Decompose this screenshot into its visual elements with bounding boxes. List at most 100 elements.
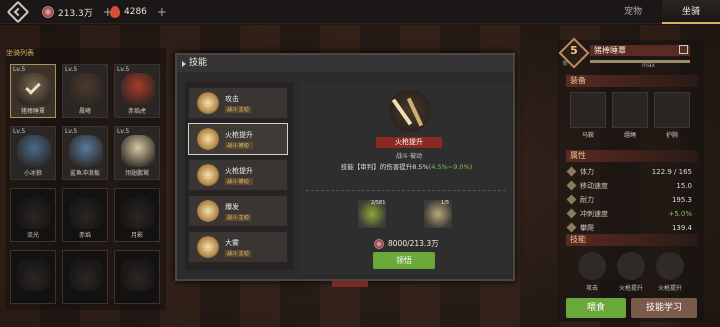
tab-pets[interactable]: 宠物 (604, 0, 662, 24)
skill-list-item[interactable]: 攻击战斗·主动 (189, 88, 287, 118)
skill-list-item[interactable]: 火枪提升战斗·被动 (189, 160, 287, 190)
mount-name: 鲨鱼冲浪板 (69, 170, 100, 177)
mount-level: Lv.5 (65, 66, 78, 73)
skill-label: 火枪提升 (657, 285, 682, 292)
attribute-value: 139.4 (671, 223, 692, 232)
skill-label: 火枪提升 (618, 285, 643, 292)
mount-cell[interactable]: Lv.5 小冰狼 (10, 126, 56, 180)
skill-icon (197, 164, 219, 186)
equip-label: 缰绳 (623, 132, 636, 139)
mount-cell[interactable]: Lv.5 翎翅鹏鹫 (114, 126, 160, 180)
mount-name: 赤焰 (78, 232, 91, 239)
attribute-label: 耐力 (580, 195, 594, 204)
tab-bar: 宠物 坐骑 (604, 0, 720, 24)
mount-cell[interactable]: Lv.5 晨曦 (62, 64, 108, 118)
mount-cell[interactable] (62, 250, 108, 304)
cost-amount: 8000/213.3万 (388, 239, 439, 248)
attribute-label: 体力 (580, 167, 594, 176)
rank-label: 阶 (563, 61, 569, 67)
saddle-slot[interactable] (570, 92, 606, 128)
cost: 8000/213.3万 (374, 238, 439, 249)
mount-portrait (69, 73, 103, 105)
skill-item-name: 攻击 (225, 94, 239, 103)
skill-item-tag: 战斗·主动 (225, 105, 251, 113)
mount-list-title: 坐骑列表 (6, 49, 34, 57)
mount-cell[interactable] (114, 250, 160, 304)
silver-coin-icon (42, 6, 54, 18)
skill-item-name: 大雾 (225, 238, 239, 247)
bracer-slot[interactable] (654, 92, 690, 128)
reins-slot[interactable] (612, 92, 648, 128)
skill-list-item[interactable]: 火枪提升 战斗·被动 (188, 123, 288, 155)
modal-bottom-tab (332, 281, 368, 287)
attribute-label: 攀爬 (580, 223, 594, 232)
header-arrow-icon (182, 61, 186, 67)
gem-drop-icon (110, 6, 120, 18)
mount-portrait (69, 197, 103, 229)
mount-name: 小冰狼 (23, 170, 42, 177)
mount-name: 流光 (26, 232, 39, 239)
mount-portrait (121, 197, 155, 229)
feed-button[interactable]: 喂食 (566, 298, 626, 318)
skill-gun-boost-icon[interactable] (656, 252, 684, 280)
add-gem-icon[interactable]: + (157, 5, 167, 19)
gun-boost-icon (389, 90, 431, 132)
skill-section-title: 技能 (566, 234, 698, 246)
equip-section-title: 装备 (566, 75, 698, 87)
exp-bar (590, 60, 690, 63)
mount-level: Lv.5 (13, 66, 26, 73)
attribute-row: 耐力 195.3 (566, 194, 692, 205)
mount-portrait (17, 197, 51, 229)
mount-portrait (121, 73, 155, 105)
mount-level: Lv.5 (117, 128, 130, 135)
mount-level: Lv.5 (65, 128, 78, 135)
modal-title: 技能 (189, 58, 208, 68)
skill-list-item[interactable]: 大雾战斗·主动 (189, 232, 287, 262)
skill-type: 战斗·被动 (396, 153, 422, 160)
back-icon[interactable] (6, 0, 30, 24)
comprehend-button[interactable]: 领悟 (373, 252, 435, 269)
skill-gun-boost-icon[interactable] (617, 252, 645, 280)
skill-list: 攻击 战斗·主动 火枪提升 战斗·被动 火枪提升 战斗·被动 爆发 战斗·主动 大雾 战斗·主动 (185, 82, 293, 270)
mount-cell[interactable]: Lv.5 猪棒睡覃 (10, 64, 56, 118)
skill-name: 火枪提升 (376, 137, 442, 148)
skill-icon (197, 236, 219, 258)
mount-portrait (121, 135, 155, 167)
equip-label: 马鞍 (581, 132, 594, 139)
divider (306, 190, 506, 191)
silver-coin-icon (374, 238, 384, 249)
max-label: max (642, 62, 656, 69)
attribute-icon (566, 208, 577, 219)
gem-currency: 4286 + (110, 5, 167, 19)
attribute-row: 冲刺速度 +5.0% (566, 208, 692, 219)
mount-cell[interactable]: 流光 (10, 188, 56, 242)
skill-item-tag: 战斗·被动 (225, 177, 253, 185)
mount-cell[interactable]: Lv.5 赤焰虎 (114, 64, 160, 118)
mount-cell[interactable] (10, 250, 56, 304)
attribute-row: 移动速度 15.0 (566, 180, 692, 191)
mount-level: Lv.5 (13, 128, 26, 135)
attribute-row: 攀爬 139.4 (566, 222, 692, 233)
rank-number: 5 (570, 44, 578, 57)
attribute-row: 体力 122.9 / 165 (566, 166, 692, 177)
attribute-value: 195.3 (671, 195, 692, 204)
skill-modal: 技能 攻击 战斗·主动 火枪提升 战斗·被动 火枪提升 战斗·被动 爆发 战斗·主动 大雾 战斗·… (175, 53, 515, 281)
skill-description: 技能【审判】的伤害提升8.5%(4.5%~9.0%) (340, 163, 473, 171)
tab-mounts[interactable]: 坐骑 (662, 0, 720, 24)
skill-item-name: 火枪提升 (225, 166, 253, 175)
attribute-value: +5.0% (668, 209, 692, 218)
mount-grid: Lv.5 猪棒睡覃 Lv.5 晨曦 Lv.5 赤焰虎 Lv.5 小冰狼 Lv.5 鲨鱼冲浪板 Lv.… (10, 64, 160, 304)
skill-label: 攻击 (585, 285, 598, 292)
skill-learn-button[interactable]: 技能学习 (631, 298, 697, 318)
mount-level: Lv.5 (117, 66, 130, 73)
mount-cell[interactable]: 月影 (114, 188, 160, 242)
silver-currency: 213.3万 + (42, 5, 113, 19)
rename-icon[interactable] (679, 45, 688, 54)
attribute-icon (566, 166, 577, 177)
skill-item-tag: 战斗·主动 (225, 249, 251, 257)
mount-portrait (17, 135, 51, 167)
mount-cell[interactable]: 赤焰 (62, 188, 108, 242)
mount-cell[interactable]: Lv.5 鲨鱼冲浪板 (62, 126, 108, 180)
skill-list-item[interactable]: 爆发 战斗·主动 (189, 196, 287, 226)
skill-attack-icon[interactable] (578, 252, 606, 280)
